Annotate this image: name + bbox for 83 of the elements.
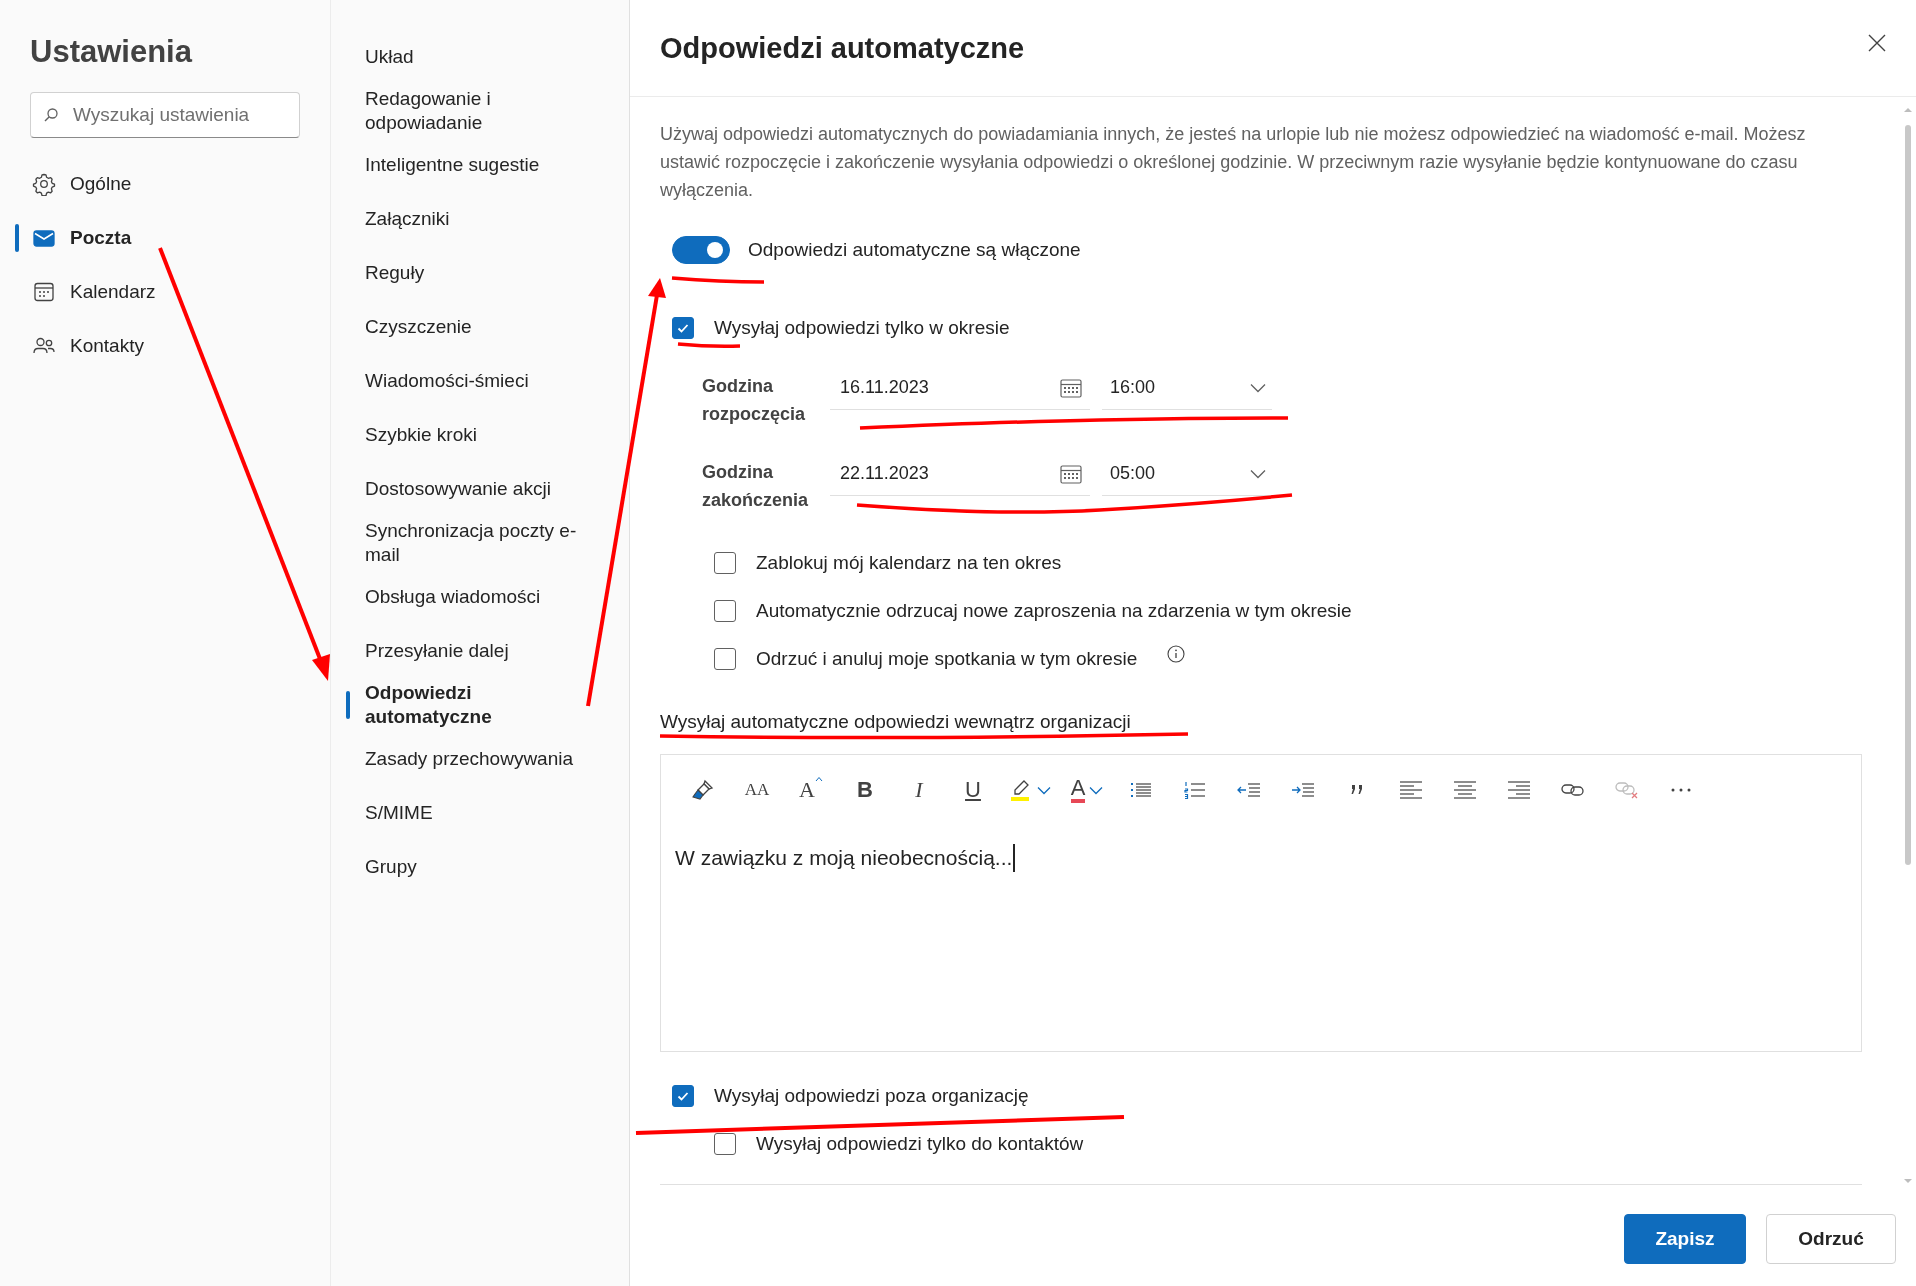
toggle-switch[interactable] xyxy=(672,236,730,264)
grow-font-button[interactable]: A xyxy=(789,770,833,810)
checkbox[interactable] xyxy=(714,600,736,622)
checkbox-label: Wysyłaj odpowiedzi poza organizację xyxy=(714,1085,1029,1107)
settings-category[interactable]: Przesyłanie dalej xyxy=(331,624,629,678)
date-field[interactable]: 16.11.2023 xyxy=(830,366,1090,410)
settings-category[interactable]: Czyszczenie xyxy=(331,300,629,354)
link-icon xyxy=(1561,782,1585,798)
outdent-icon xyxy=(1237,782,1261,798)
paintbrush-icon xyxy=(691,778,715,802)
checkbox-label: Zablokuj mój kalendarz na ten okres xyxy=(756,552,1062,574)
checkbox-label: Automatycznie odrzucaj nowe zaproszenia na zdarzenia w tym okresie xyxy=(756,600,1352,622)
settings-category[interactable]: Synchronizacja poczty e-mail xyxy=(331,516,629,570)
search-icon xyxy=(43,107,59,123)
calendar-icon xyxy=(32,280,56,304)
bullet-list-icon xyxy=(1130,781,1152,799)
checkbox[interactable] xyxy=(672,1085,694,1107)
checkbox-label: Odrzuć i anuluj moje spotkania w tym okresie xyxy=(756,648,1138,670)
settings-category[interactable]: Załączniki xyxy=(331,192,629,246)
settings-category[interactable]: Dostosowywanie akcji xyxy=(331,462,629,516)
close-icon xyxy=(1868,34,1886,52)
panel-title: Odpowiedzi automatyczne xyxy=(660,31,1025,65)
unlink-icon xyxy=(1615,781,1639,799)
chevron-down-icon xyxy=(1089,785,1104,795)
settings-category[interactable]: Szybkie kroki xyxy=(331,408,629,462)
message-editor[interactable]: AA A B I U A W zawiązku z moją nieobecnością... xyxy=(660,754,1862,1052)
settings-category[interactable]: Reguły xyxy=(331,246,629,300)
checkbox[interactable] xyxy=(714,648,736,670)
nav-item[interactable]: Ogólne xyxy=(0,157,330,211)
numbered-list-icon xyxy=(1184,781,1206,799)
selection-indicator xyxy=(15,224,19,252)
settings-category[interactable]: Obsługa wiadomości xyxy=(331,570,629,624)
settings-category[interactable]: Inteligentne sugestie xyxy=(331,138,629,192)
selection-indicator xyxy=(346,691,350,719)
align-right-icon xyxy=(1507,781,1531,799)
checkbox-label: Wysyłaj odpowiedzi tylko w okresie xyxy=(714,317,1010,339)
nav-item[interactable]: Kontakty xyxy=(0,319,330,373)
checkbox[interactable] xyxy=(714,552,736,574)
chevron-down-icon xyxy=(1250,468,1266,479)
settings-category[interactable]: Wiadomości-śmieci xyxy=(331,354,629,408)
discard-button[interactable]: Odrzuć xyxy=(1766,1214,1896,1264)
calendar-icon xyxy=(1060,377,1082,398)
font-color-button[interactable]: A xyxy=(1065,770,1109,810)
align-center-icon xyxy=(1453,781,1477,799)
text-cursor xyxy=(1013,844,1016,872)
caret-up-icon xyxy=(814,776,823,782)
settings-title: Ustawienia xyxy=(30,33,194,71)
nav-item[interactable]: Poczta xyxy=(0,211,330,265)
time-label: Godzina zakończenia xyxy=(702,461,810,512)
time-dropdown[interactable]: 16:00 xyxy=(1102,366,1272,410)
checkbox-label: Wysyłaj odpowiedzi tylko do kontaktów xyxy=(756,1133,1084,1155)
date-field[interactable]: 22.11.2023 xyxy=(830,452,1090,496)
underline-button[interactable]: U xyxy=(951,770,995,810)
settings-category[interactable]: Odpowiedzi automatyczne xyxy=(331,678,629,732)
description-text: Używaj odpowiedzi automatycznych do powiadamiania innych, że jesteś na urlopie lub nie możesz odpowiedzieć na wiadomość e-mail. Możesz ustawić rozpoczęcie i zakończenie wysyłania odpowiedzi o określonej godzinie. W przeciwnym razie wysyłanie będzie kontynuowane do czasu wyłączenia. xyxy=(660,123,1807,202)
quote-icon xyxy=(1350,784,1364,796)
section-heading: Wysyłaj automatyczne odpowiedzi wewnątrz organizacji xyxy=(660,710,1132,734)
nav-item[interactable]: Kalendarz xyxy=(0,265,330,319)
calendar-icon xyxy=(1060,463,1082,484)
save-button[interactable]: Zapisz xyxy=(1624,1214,1746,1264)
indent-icon xyxy=(1291,782,1315,798)
message-text: W zawiązku z moją nieobecnością... xyxy=(675,846,1013,870)
checkbox[interactable] xyxy=(672,317,694,339)
info-icon[interactable] xyxy=(1167,645,1186,663)
italic-button[interactable]: I xyxy=(897,770,941,810)
search-field[interactable]: Wyszukaj ustawienia xyxy=(30,92,300,138)
annotation-underline xyxy=(677,342,741,348)
time-label: Godzina rozpoczęcia xyxy=(702,375,807,426)
chevron-down-icon xyxy=(1037,785,1051,795)
checkbox[interactable] xyxy=(714,1133,736,1155)
settings-category[interactable]: Redagowanie i odpowiadanie xyxy=(331,84,629,138)
settings-category[interactable]: Układ xyxy=(331,30,629,84)
settings-category[interactable]: Zasady przechowywania xyxy=(331,732,629,786)
settings-category[interactable]: S/MIME xyxy=(331,786,629,840)
align-left-icon xyxy=(1399,781,1423,799)
toggle-label: Odpowiedzi automatyczne są włączone xyxy=(748,239,1081,261)
bold-button[interactable]: B xyxy=(843,770,887,810)
chevron-down-icon xyxy=(1250,382,1266,393)
settings-category[interactable]: Grupy xyxy=(331,840,629,894)
time-dropdown[interactable]: 05:00 xyxy=(1102,452,1272,496)
gear-icon xyxy=(32,172,56,196)
more-icon xyxy=(1671,788,1691,792)
font-size-button[interactable]: AA xyxy=(735,770,779,810)
